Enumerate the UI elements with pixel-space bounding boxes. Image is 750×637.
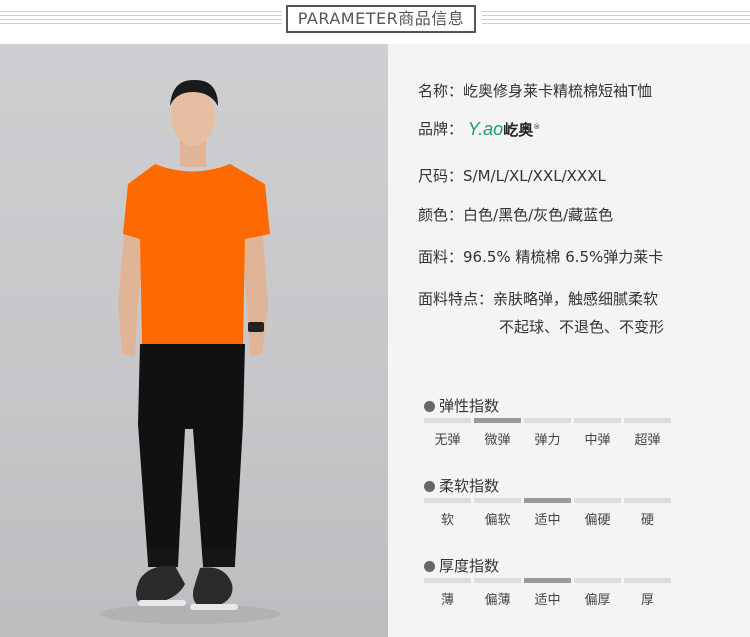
fabric-label: 面料： [418, 248, 464, 266]
model-photo [0, 44, 388, 637]
color-label: 颜色： [418, 206, 464, 224]
bullet-dot-icon [424, 561, 435, 572]
feature-label: 面料特点： [418, 290, 494, 308]
level-label: 厚 [640, 593, 654, 608]
softness-index-title: 柔软指数 [424, 475, 499, 496]
level-label: 偏薄 [484, 593, 511, 608]
scale-level: 软 [424, 498, 471, 528]
brand-logo-cn: 屹奥 [503, 121, 534, 139]
level-label: 软 [440, 513, 454, 528]
fabric-row: 面料：96.5% 精梳棉 6.5%弹力莱卡 [418, 246, 663, 267]
scale-level: 无弹 [424, 418, 471, 448]
elasticity-index-label: 弹性指数 [439, 397, 500, 415]
scale-level: 弹力 [524, 418, 571, 448]
elasticity-index-title: 弹性指数 [424, 395, 499, 416]
level-label: 薄 [440, 593, 454, 608]
brand-logo-text: Y.ao [467, 119, 504, 139]
size-value: S/M/L/XL/XXL/XXXL [463, 167, 606, 185]
level-label: 适中 [534, 513, 561, 528]
left-shoe [136, 565, 185, 604]
scale-level: 偏薄 [474, 578, 521, 608]
thickness-index-label: 厚度指数 [439, 557, 500, 575]
scale-level: 适中 [524, 498, 571, 528]
level-label: 偏厚 [584, 593, 611, 608]
scale-level: 中弹 [574, 418, 621, 448]
name-value: 屹奥修身莱卡精梳棉短袖T恤 [463, 82, 653, 100]
section-header: PARAMETER商品信息 [0, 0, 750, 44]
thickness-index-title: 厚度指数 [424, 555, 499, 576]
section-title: PARAMETER商品信息 [286, 5, 476, 33]
feature-row: 面料特点：亲肤略弹，触感细腻柔软 [418, 288, 658, 309]
model-illustration [100, 79, 280, 624]
header-stripes-left [0, 11, 282, 27]
scale-level: 偏厚 [574, 578, 621, 608]
fabric-value: 96.5% 精梳棉 6.5%弹力莱卡 [463, 248, 664, 266]
level-label: 弹力 [534, 433, 561, 448]
scale-level: 超弹 [624, 418, 671, 448]
softness-scale: 软 偏软 适中 偏硬 硬 [424, 498, 674, 528]
level-label: 中弹 [584, 433, 611, 448]
feature-line-1: 亲肤略弹，触感细腻柔软 [493, 290, 659, 308]
scale-level: 硬 [624, 498, 671, 528]
registered-mark-icon: ® [533, 123, 541, 131]
color-value: 白色/黑色/灰色/藏蓝色 [463, 206, 614, 224]
feature-line-2: 不起球、不退色、不变形 [499, 318, 665, 336]
scale-level: 薄 [424, 578, 471, 608]
level-label: 硬 [640, 513, 654, 528]
name-row: 名称：屹奥修身莱卡精梳棉短袖T恤 [418, 80, 652, 101]
bullet-dot-icon [424, 401, 435, 412]
scale-level: 适中 [524, 578, 571, 608]
level-label: 偏硬 [584, 513, 611, 528]
feature-row-2: 不起球、不退色、不变形 [499, 316, 664, 337]
right-shoe [192, 567, 233, 609]
level-label: 偏软 [484, 513, 511, 528]
softness-index-label: 柔软指数 [439, 477, 500, 495]
brand-logo: Y.ao屹奥® [468, 119, 540, 140]
color-row: 颜色：白色/黑色/灰色/藏蓝色 [418, 204, 613, 225]
level-label: 无弹 [434, 433, 461, 448]
level-label: 微弹 [484, 433, 511, 448]
name-label: 名称： [418, 82, 464, 100]
level-label: 适中 [534, 593, 561, 608]
size-label: 尺码： [418, 167, 464, 185]
scale-level: 偏硬 [574, 498, 621, 528]
scale-level: 偏软 [474, 498, 521, 528]
thickness-scale: 薄 偏薄 适中 偏厚 厚 [424, 578, 674, 608]
scale-level: 厚 [624, 578, 671, 608]
brand-row: 品牌： Y.ao屹奥® [418, 118, 540, 140]
size-row: 尺码：S/M/L/XL/XXL/XXXL [418, 165, 606, 186]
brand-label: 品牌： [418, 120, 464, 138]
level-label: 超弹 [634, 433, 661, 448]
scale-level: 微弹 [474, 418, 521, 448]
pants [138, 344, 245, 566]
elasticity-scale: 无弹 微弹 弹力 中弹 超弹 [424, 418, 674, 448]
header-stripes-right [482, 11, 750, 27]
bullet-dot-icon [424, 481, 435, 492]
